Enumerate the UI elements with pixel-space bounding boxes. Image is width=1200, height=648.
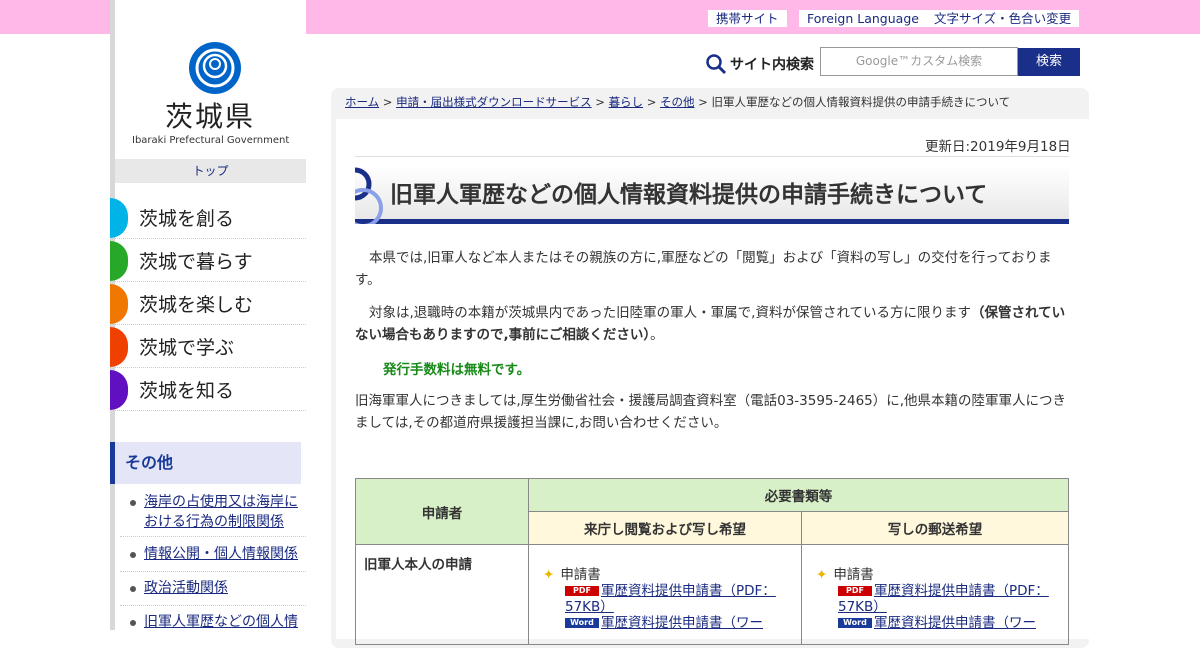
nav-color-tab bbox=[110, 327, 128, 367]
breadcrumb-life[interactable]: 暮らし bbox=[609, 95, 644, 109]
nav-label: 茨城で暮らす bbox=[139, 251, 253, 273]
bullet-icon bbox=[130, 552, 136, 558]
word-icon: Word bbox=[838, 618, 872, 628]
nav-item-learn[interactable]: 茨城で学ぶ bbox=[110, 325, 306, 368]
nav-item-live[interactable]: 茨城で暮らす bbox=[110, 239, 306, 282]
breadcrumb-current: 旧軍人軍歴などの個人情報資料提供の申請手続きについて bbox=[711, 95, 1011, 109]
search-icon bbox=[706, 54, 727, 75]
nav-label: 茨城を楽しむ bbox=[139, 294, 254, 316]
nav-color-tab bbox=[110, 284, 128, 324]
nav-label: 茨城で学ぶ bbox=[139, 337, 235, 359]
bullet-icon bbox=[130, 586, 136, 592]
top-link[interactable]: トップ bbox=[115, 159, 306, 183]
section-title: その他 bbox=[110, 442, 301, 484]
bullet-icon bbox=[130, 620, 136, 626]
foreign-language-link[interactable]: Foreign Language bbox=[799, 10, 927, 27]
doc-label: 申請書 bbox=[560, 567, 601, 583]
search-label: サイト内検索 bbox=[730, 57, 814, 73]
nav-label: 茨城を知る bbox=[139, 380, 235, 402]
mobile-site-link[interactable]: 携帯サイト bbox=[708, 10, 787, 27]
breadcrumb-other[interactable]: その他 bbox=[660, 95, 695, 109]
header-mail: 写しの郵送希望 bbox=[801, 511, 1069, 545]
sub-item-politics[interactable]: 政治活動関係 bbox=[144, 578, 304, 598]
requirements-table: 申請者 必要書類等 来庁し閲覧および写し希望 写しの郵送希望 旧軍人本人の申請 … bbox=[355, 478, 1069, 645]
nav-item-know[interactable]: 茨城を知る bbox=[110, 368, 306, 411]
pdf-icon: PDF bbox=[838, 586, 872, 596]
pdf-icon: PDF bbox=[565, 586, 599, 596]
logo-title[interactable]: 茨城県 bbox=[165, 95, 255, 135]
bullet-icon bbox=[130, 500, 136, 506]
word-icon: Word bbox=[565, 618, 599, 628]
divider bbox=[120, 571, 306, 572]
nav-item-create[interactable]: 茨城を創る bbox=[110, 196, 306, 239]
text-size-color-link[interactable]: 文字サイズ・色合い変更 bbox=[926, 10, 1080, 27]
title-decoration-icon bbox=[355, 167, 383, 224]
nav-color-tab bbox=[110, 241, 128, 281]
logo-subtitle: Ibaraki Prefectural Government bbox=[132, 135, 290, 146]
header-applicant: 申請者 bbox=[355, 478, 529, 545]
sub-item-military[interactable]: 旧軍人軍歴などの個人情 bbox=[144, 612, 304, 632]
word-link[interactable]: 軍歴資料提供申請書（ワー bbox=[874, 615, 1036, 631]
nav-label: 茨城を創る bbox=[139, 208, 235, 230]
sub-item-coast[interactable]: 海岸の占使用又は海岸における行為の制限関係 bbox=[144, 492, 304, 532]
doc-label: 申請書 bbox=[833, 567, 874, 583]
divider bbox=[355, 156, 1069, 157]
sub-item-disclosure[interactable]: 情報公開・個人情報関係 bbox=[144, 544, 304, 564]
nav-color-tab bbox=[110, 198, 128, 238]
updated-date: 更新日:2019年9月18日 bbox=[925, 139, 1071, 155]
target-paragraph: 対象は,退職時の本籍が茨城県内であった旧陸軍の軍人・軍属で,資料が保管されている… bbox=[355, 305, 1066, 343]
divider bbox=[120, 536, 306, 537]
nav-item-enjoy[interactable]: 茨城を楽しむ bbox=[110, 282, 306, 325]
fee-note: 発行手数料は無料です。 bbox=[383, 362, 531, 378]
nav-color-tab bbox=[110, 370, 128, 410]
prefecture-logo-icon[interactable] bbox=[189, 42, 241, 94]
navy-note-paragraph: 旧海軍軍人につきましては,厚生労働省社会・援護局調査資料室（電話03-3595-… bbox=[355, 393, 1067, 431]
search-button[interactable]: 検索 bbox=[1018, 48, 1080, 76]
breadcrumb: ホーム > 申請・届出様式ダウンロードサービス > 暮らし > その他 > 旧軍… bbox=[345, 95, 1011, 109]
page-title: 旧軍人軍歴などの個人情報資料提供の申請手続きについて bbox=[390, 182, 988, 208]
breadcrumb-home[interactable]: ホーム bbox=[345, 95, 379, 109]
star-icon: ✦ bbox=[543, 567, 555, 583]
breadcrumb-download[interactable]: 申請・届出様式ダウンロードサービス bbox=[396, 95, 592, 109]
header-visit: 来庁し閲覧および写し希望 bbox=[528, 511, 802, 545]
intro-paragraph: 本県では,旧軍人など本人またはその親族の方に,軍歴などの「閲覧」および「資料の写… bbox=[355, 250, 1052, 288]
header-docs: 必要書類等 bbox=[528, 478, 1069, 512]
search-input[interactable]: Google™カスタム検索 bbox=[820, 47, 1018, 76]
word-link[interactable]: 軍歴資料提供申請書（ワー bbox=[601, 615, 763, 631]
star-icon: ✦ bbox=[816, 567, 828, 583]
sidebar: 茨城県 Ibaraki Prefectural Government トップ 茨… bbox=[110, 0, 306, 630]
divider bbox=[120, 605, 306, 606]
